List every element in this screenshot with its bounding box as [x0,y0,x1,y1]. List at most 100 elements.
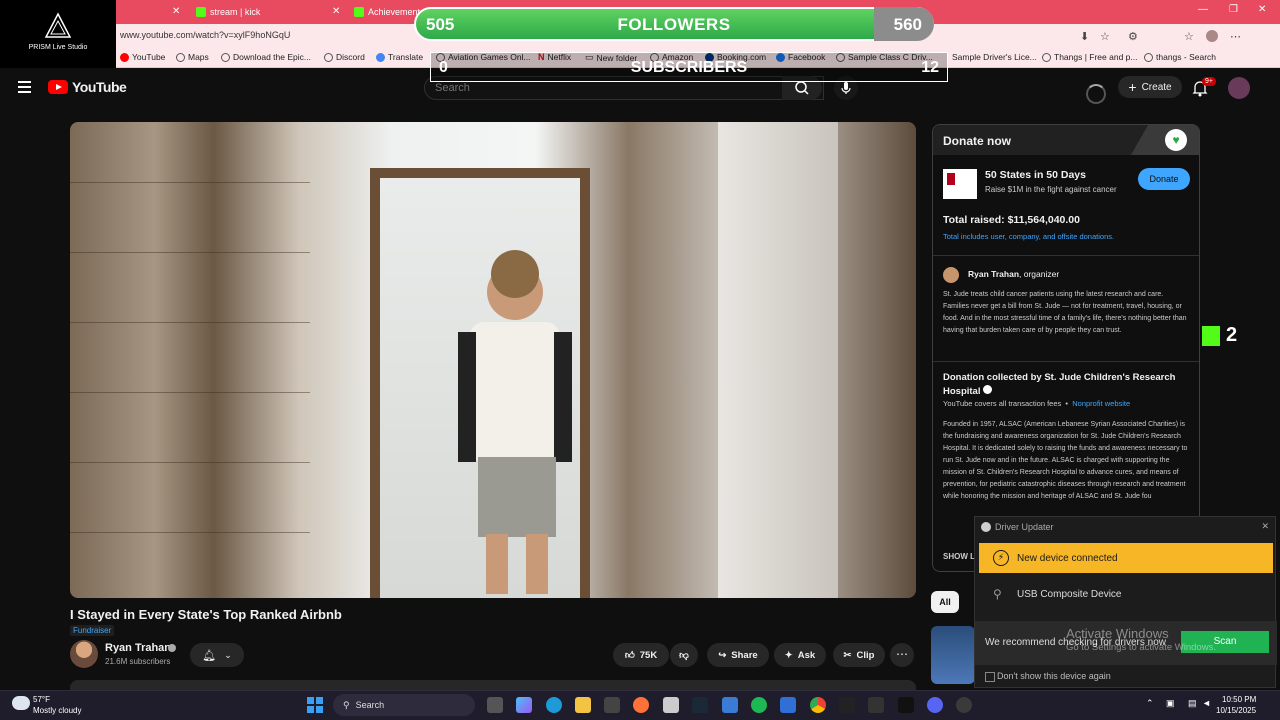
create-button[interactable]: + Create [1118,76,1182,98]
more-options-icon[interactable]: ⋯ [1230,30,1241,43]
bookmark-label: Discord [336,52,365,62]
bookmark-thangs-search[interactable]: thangs - Search [1144,52,1216,62]
weather-temp[interactable]: 57°F [33,695,50,704]
close-window-icon[interactable]: ✕ [1258,4,1266,15]
app-icon[interactable] [780,697,796,713]
wifi-icon[interactable]: ▤ [1188,698,1197,709]
taskbar-search[interactable]: ⚲ Search [333,694,475,716]
new-device-banner: ⚡︎ New device connected [979,543,1273,573]
app-icon[interactable] [663,697,679,713]
tab-stream-kick[interactable]: stream | kick [190,2,266,22]
app-icon[interactable] [722,697,738,713]
channel-name[interactable]: Ryan Trahan [105,642,171,654]
subscription-bell-button[interactable]: 🔔︎ ⌄ [190,643,244,667]
clock-date[interactable]: 10/15/2025 [1216,706,1256,715]
start-button[interactable] [307,697,323,713]
youtube-logo[interactable]: YouTube [48,79,127,95]
task-view-icon[interactable] [487,697,503,713]
bookmark-youtube[interactable]: YouTube [120,52,165,62]
url-text[interactable]: www.youtube.com/watch?v=xylF9hoNGqU [120,30,290,40]
dont-show-checkbox[interactable] [985,672,995,682]
campaign-subtitle: Raise $1M in the fight against cancer [985,185,1117,194]
subscribers-goal-bar: 0 SUBSCRIBERS 12 [430,52,948,82]
bookmark-discord[interactable]: Discord [324,52,365,62]
terminal-icon[interactable] [839,697,855,713]
profile-avatar[interactable] [1206,30,1218,42]
app-icon[interactable] [956,697,972,713]
kick-count-value: 2 [1226,324,1238,346]
fundraiser-tag[interactable]: Fundraiser [70,625,115,636]
video-player[interactable] [70,122,916,598]
campaign-name: 50 States in 50 Days [985,169,1086,181]
driver-updater-icon [981,522,991,532]
bookmark-sample-drivers[interactable]: Sample Driver's Lice... [952,52,1037,62]
extensions-icon[interactable]: ⚙ [1128,30,1138,43]
collected-by: Donation collected by St. Jude Children'… [943,371,1188,399]
tray-expand-icon[interactable]: ⌃ [1146,698,1154,709]
plus-icon: + [1128,79,1137,95]
show-less-button[interactable]: SHOW L [943,552,975,561]
filter-chip-all[interactable]: All [931,591,959,613]
steam-icon[interactable] [692,697,708,713]
volume-icon[interactable]: ◄ [1202,698,1211,708]
tiktok-icon[interactable] [898,697,914,713]
lightning-icon: ⚡︎ [993,550,1009,566]
dislike-button[interactable]: 👎︎ [670,643,698,667]
recommended-thumbnail[interactable] [931,626,975,684]
spotify-icon[interactable] [751,697,767,713]
file-explorer-icon[interactable] [575,697,591,713]
loading-spinner-icon [1086,84,1106,104]
kick-counter: 2 [1202,324,1237,347]
firefox-icon[interactable] [633,697,649,713]
discord-icon[interactable] [927,697,943,713]
video-title: I Stayed in Every State's Top Ranked Air… [70,607,342,622]
epic-games-icon[interactable] [868,697,884,713]
bookmark-star-icon[interactable]: ☆ [1100,30,1110,43]
tray-app-icon[interactable]: ▣ [1166,698,1175,709]
clip-button[interactable]: ✂ Clip [833,643,885,667]
channel-avatar[interactable] [70,640,98,668]
hamburger-menu-icon[interactable] [18,81,31,96]
ask-button[interactable]: ✦ Ask [774,643,826,667]
donate-panel: Donate now ♥ 50 States in 50 Days Raise … [932,124,1200,572]
favorites-icon[interactable]: ☆ [1184,30,1194,43]
description-box[interactable] [70,680,916,690]
chrome-icon[interactable] [810,697,826,713]
donate-header: Donate now ♥ [933,125,1199,155]
copilot-icon[interactable] [516,697,532,713]
edge-icon[interactable] [546,697,562,713]
tab-label: stream | kick [210,7,261,17]
share-button[interactable]: ↪ Share [707,643,769,667]
bookmark-epic[interactable]: Download the Epic... [221,52,311,62]
bookmark-maps[interactable]: Maps [176,52,209,62]
account-avatar[interactable] [1228,77,1250,99]
like-button[interactable]: 👍︎ 75K [613,643,669,667]
donate-button[interactable]: Donate [1138,168,1190,190]
download-icon[interactable]: ⬇ [1080,30,1089,43]
collected-by-text: Donation collected by St. Jude Children'… [943,372,1176,397]
store-icon[interactable] [604,697,620,713]
tab-close-icon[interactable]: ✕ [332,6,340,17]
nonprofit-website-link[interactable]: Nonprofit website [1072,399,1130,408]
search-icon: ⚲ [343,699,350,710]
divider [933,361,1199,362]
kick-favicon-icon [196,7,206,17]
bookmark-thangs[interactable]: Thangs | Free and p... [1042,52,1137,62]
clock-time[interactable]: 10:50 PM [1222,695,1256,704]
donate-title: Donate now [943,134,1011,148]
bookmark-label: YouTube [132,52,166,62]
share-label: Share [731,649,758,661]
minimize-icon[interactable]: — [1198,4,1208,15]
more-actions-button[interactable]: ⋯ [890,643,914,667]
banner-text: New device connected [1017,552,1118,564]
weather-desc[interactable]: Mostly cloudy [33,706,81,715]
tab-close-icon[interactable]: ✕ [172,6,180,17]
verified-check-icon [983,385,993,394]
cloud-icon[interactable] [12,696,30,710]
organizer-line: Ryan Trahan, organizer [968,269,1059,279]
close-icon[interactable]: ✕ [1261,521,1269,532]
maximize-icon[interactable]: ❐ [1229,4,1238,15]
organizer-name: Ryan Trahan [968,269,1020,279]
prism-app-name: PRISM Live Studio [28,44,88,51]
bookmark-translate[interactable]: Translate [376,52,423,62]
